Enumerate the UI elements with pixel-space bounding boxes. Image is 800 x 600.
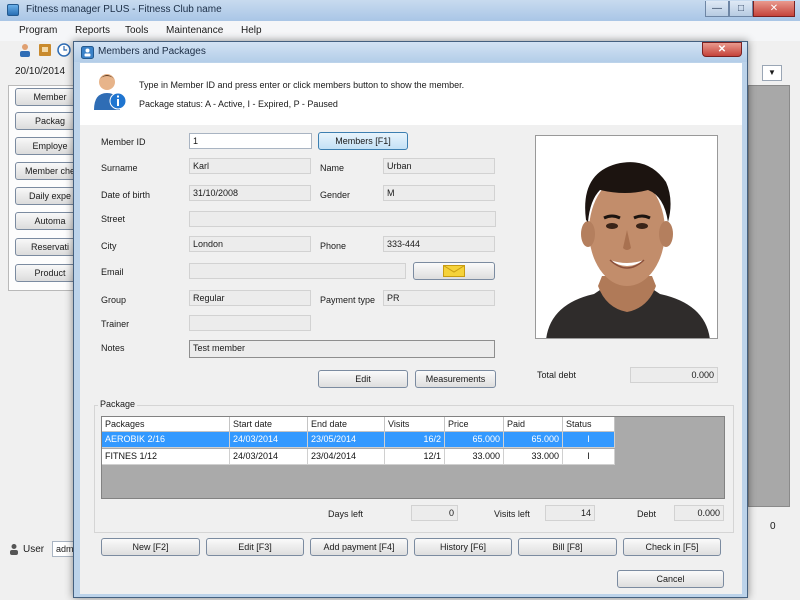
menu-help[interactable]: Help: [241, 25, 262, 36]
main-window-title: Fitness manager PLUS - Fitness Club name: [26, 4, 222, 15]
book-icon[interactable]: [38, 43, 52, 57]
cancel-button[interactable]: Cancel: [617, 570, 724, 588]
minimize-icon[interactable]: —: [705, 1, 729, 17]
email-button[interactable]: [413, 262, 495, 280]
city-field: London: [189, 236, 311, 252]
menu-program[interactable]: Program: [19, 25, 57, 36]
cell-paid: 33.000: [504, 449, 563, 465]
info-band: [80, 63, 742, 125]
user-icon[interactable]: [18, 43, 32, 57]
dialog-close-icon[interactable]: ✕: [702, 42, 742, 57]
chevron-down-icon[interactable]: ▼: [762, 65, 782, 81]
package-section-label: Package: [98, 399, 138, 409]
edit-member-button[interactable]: Edit: [318, 370, 408, 388]
column-header-start-date[interactable]: Start date: [230, 417, 308, 432]
email-label: Email: [101, 267, 124, 277]
cell-price: 65.000: [445, 432, 504, 448]
total-debt-label: Total debt: [537, 370, 577, 380]
group-field: Regular: [189, 290, 311, 306]
measurements-button[interactable]: Measurements: [415, 370, 496, 388]
cell-package: FITNES 1/12: [102, 449, 230, 465]
street-field: [189, 211, 496, 227]
phone-label: Phone: [320, 241, 347, 251]
phone-field: 333-444: [383, 236, 495, 252]
gender-field: M: [383, 185, 495, 201]
menu-bar: [0, 21, 800, 41]
column-header-packages[interactable]: Packages: [102, 417, 230, 432]
member-id-label: Member ID: [101, 137, 146, 147]
cell-status: I: [563, 432, 615, 448]
app-icon: [7, 4, 19, 16]
dob-field: 31/10/2008: [189, 185, 311, 201]
column-header-paid[interactable]: Paid: [504, 417, 563, 432]
name-field: Urban: [383, 158, 495, 174]
cell-status: I: [563, 449, 615, 465]
column-header-visits[interactable]: Visits: [385, 417, 445, 432]
email-field: [189, 263, 406, 279]
member-id-input[interactable]: 1: [189, 133, 312, 149]
days-left-label: Days left: [328, 509, 364, 519]
hint-line-1: Type in Member ID and press enter or cli…: [139, 80, 465, 90]
debt-label: Debt: [637, 509, 657, 519]
new-package-button[interactable]: New [F2]: [101, 538, 200, 556]
user-status-icon: [10, 544, 18, 555]
current-date: 20/10/2014: [15, 66, 66, 77]
cell-package: AEROBIK 2/16: [102, 432, 230, 448]
bill-button[interactable]: Bill [F8]: [518, 538, 617, 556]
trainer-field: [189, 315, 311, 331]
check-in-button[interactable]: Check in [F5]: [623, 538, 721, 556]
right-panel: [748, 85, 790, 507]
notes-label: Notes: [101, 343, 125, 353]
payment-type-label: Payment type: [320, 295, 376, 305]
right-count: 0: [770, 521, 776, 532]
cell-visits: 16/2: [385, 432, 445, 448]
cell-start-date: 24/03/2014: [230, 449, 308, 465]
user-info-icon: [94, 74, 127, 110]
member-photo: [535, 135, 718, 339]
cell-start-date: 24/03/2014: [230, 432, 308, 448]
maximize-icon[interactable]: □: [729, 1, 753, 17]
dob-label: Date of birth: [101, 190, 151, 200]
cell-price: 33.000: [445, 449, 504, 465]
name-label: Name: [320, 163, 345, 173]
add-payment-button[interactable]: Add payment [F4]: [310, 538, 408, 556]
cell-paid: 65.000: [504, 432, 563, 448]
group-label: Group: [101, 295, 127, 305]
hint-line-2: Package status: A - Active, I - Expired,…: [139, 99, 338, 109]
cell-end-date: 23/04/2014: [308, 449, 385, 465]
menu-tools[interactable]: Tools: [125, 25, 148, 36]
column-header-status[interactable]: Status: [563, 417, 615, 432]
cell-visits: 12/1: [385, 449, 445, 465]
surname-field: Karl: [189, 158, 311, 174]
envelope-icon: [443, 265, 465, 277]
edit-package-button[interactable]: Edit [F3]: [206, 538, 304, 556]
total-debt-field: 0.000: [630, 367, 718, 383]
trainer-label: Trainer: [101, 319, 130, 329]
menu-maintenance[interactable]: Maintenance: [166, 25, 223, 36]
menu-reports[interactable]: Reports: [75, 25, 110, 36]
cell-end-date: 23/05/2014: [308, 432, 385, 448]
notes-field: Test member: [189, 340, 495, 358]
visits-left-label: Visits left: [494, 509, 530, 519]
main-close-icon[interactable]: ✕: [753, 1, 795, 17]
city-label: City: [101, 241, 117, 251]
debt-field: 0.000: [674, 505, 724, 521]
members-button[interactable]: Members [F1]: [318, 132, 408, 150]
days-left-field: 0: [411, 505, 458, 521]
surname-label: Surname: [101, 163, 138, 173]
payment-type-field: PR: [383, 290, 495, 306]
gender-label: Gender: [320, 190, 351, 200]
column-header-price[interactable]: Price: [445, 417, 504, 432]
dialog-app-icon: [81, 46, 94, 59]
street-label: Street: [101, 214, 126, 224]
column-header-end-date[interactable]: End date: [308, 417, 385, 432]
clock-icon[interactable]: [57, 43, 71, 57]
dialog-title: Members and Packages: [98, 46, 206, 57]
visits-left-field: 14: [545, 505, 595, 521]
history-button[interactable]: History [F6]: [414, 538, 512, 556]
user-label: User: [23, 544, 45, 555]
